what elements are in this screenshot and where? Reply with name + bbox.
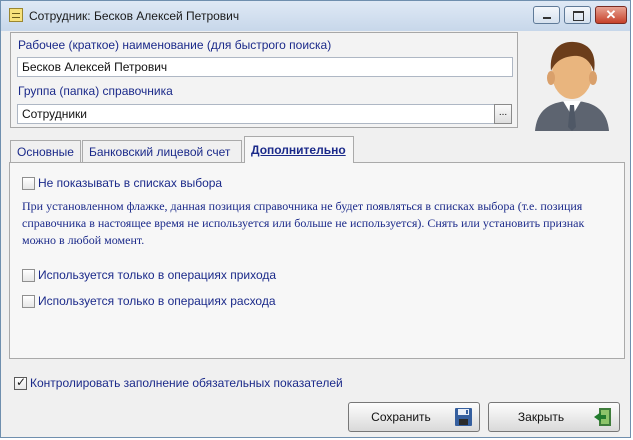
group-label: Группа (папка) справочника [18,84,173,98]
control-required-label[interactable]: Контролировать заполнение обязательных п… [30,376,343,390]
expense-only-label[interactable]: Используется только в операциях расхода [38,294,276,308]
save-disk-icon [455,408,472,426]
title-bar[interactable]: Сотрудник: Бесков Алексей Петрович ✕ [1,1,630,31]
browse-group-button[interactable]: ... [494,104,512,124]
tab-bank-account[interactable]: Банковский лицевой счет [82,140,242,162]
expense-only-checkbox[interactable] [22,295,35,308]
income-only-label[interactable]: Используется только в операциях прихода [38,268,276,282]
employee-window: Сотрудник: Бесков Алексей Петрович ✕ Раб… [0,0,631,438]
name-input[interactable]: Бесков Алексей Петрович [17,57,513,77]
close-button-label: Закрыть [517,410,565,424]
save-button-label: Сохранить [371,410,431,424]
hide-from-lists-checkbox[interactable] [22,177,35,190]
control-required-checkbox[interactable] [14,375,27,390]
window-title: Сотрудник: Бесков Алексей Петрович [29,9,240,23]
document-list-icon [9,8,23,22]
close-window-button[interactable]: ✕ [595,6,627,24]
additional-tab-panel [9,162,625,359]
minimize-icon [543,17,551,19]
name-label: Рабочее (краткое) наименование (для быст… [18,38,332,52]
exit-door-icon [594,408,611,426]
minimize-button[interactable] [533,6,560,24]
maximize-icon [573,11,584,21]
save-button[interactable]: Сохранить [348,402,480,432]
employee-avatar-icon [535,41,609,131]
close-button[interactable]: Закрыть [488,402,620,432]
hide-from-lists-label[interactable]: Не показывать в списках выбора [38,176,222,190]
tab-main[interactable]: Основные [10,140,81,162]
maximize-button[interactable] [564,6,591,24]
tab-additional[interactable]: Дополнительно [244,136,354,163]
income-only-checkbox[interactable] [22,269,35,282]
close-icon: ✕ [605,7,617,22]
group-input[interactable]: Сотрудники [17,104,495,124]
hide-option-note: При установленном флажке, данная позиция… [22,199,585,247]
